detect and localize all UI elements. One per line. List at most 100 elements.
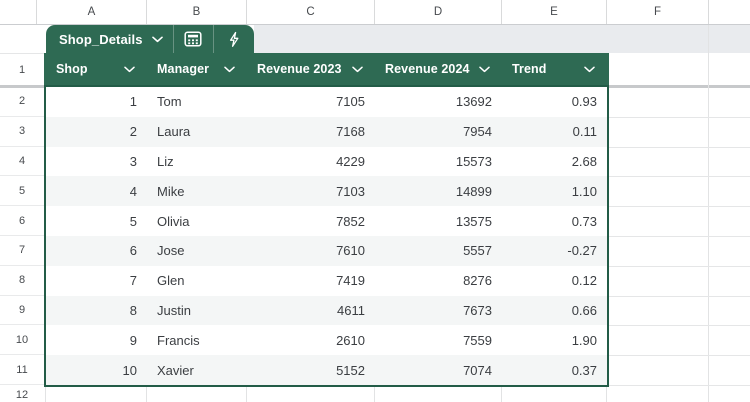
cell-manager[interactable]: Xavier — [147, 355, 247, 385]
cell-manager[interactable]: Mike — [147, 176, 247, 206]
cell-shop[interactable]: 4 — [46, 176, 147, 206]
cell-revenue-2024[interactable]: 7673 — [375, 296, 502, 326]
cell-revenue-2023[interactable]: 7852 — [247, 206, 375, 236]
cell-shop[interactable]: 5 — [46, 206, 147, 236]
cell-manager[interactable]: Tom — [147, 87, 247, 117]
header-cell-trend[interactable]: Trend — [502, 53, 607, 85]
cell-trend[interactable]: 0.37 — [502, 355, 607, 385]
chevron-down-icon[interactable] — [352, 66, 363, 73]
cell-revenue-2023[interactable]: 7419 — [247, 266, 375, 296]
row-number-10[interactable]: 10 — [0, 325, 44, 355]
select-all-corner[interactable] — [0, 0, 37, 24]
cell-revenue-2023[interactable]: 7105 — [247, 87, 375, 117]
row-number-5[interactable]: 5 — [0, 176, 44, 206]
row-number-4[interactable]: 4 — [0, 147, 44, 177]
row-number-9[interactable]: 9 — [0, 296, 44, 326]
table-row: 3Liz4229155732.68 — [46, 147, 607, 177]
column-header-strip: A B C D E F — [0, 0, 750, 25]
row-number-6[interactable]: 6 — [0, 206, 44, 236]
lightning-bolt-icon[interactable] — [214, 25, 254, 53]
column-header-e[interactable]: E — [502, 0, 607, 24]
cell-trend[interactable]: 2.68 — [502, 147, 607, 177]
cell-trend[interactable]: 1.90 — [502, 325, 607, 355]
column-header-f[interactable]: F — [607, 0, 709, 24]
row-number-7[interactable]: 7 — [0, 236, 44, 266]
cell-shop[interactable]: 1 — [46, 87, 147, 117]
table-row: 7Glen741982760.12 — [46, 266, 607, 296]
cell-revenue-2024[interactable]: 5557 — [375, 236, 502, 266]
cell-shop[interactable]: 2 — [46, 117, 147, 147]
cell-manager[interactable]: Liz — [147, 147, 247, 177]
cell-revenue-2023[interactable]: 7103 — [247, 176, 375, 206]
cell-shop[interactable]: 3 — [46, 147, 147, 177]
cell-trend[interactable]: 0.73 — [502, 206, 607, 236]
cell-shop[interactable]: 7 — [46, 266, 147, 296]
cell-shop[interactable]: 9 — [46, 325, 147, 355]
header-cell-revenue-2023[interactable]: Revenue 2023 — [247, 53, 375, 85]
table-calculator-icon[interactable] — [174, 25, 214, 53]
cell-revenue-2024[interactable]: 7954 — [375, 117, 502, 147]
gridline — [146, 387, 147, 402]
row-number-12[interactable]: 12 — [0, 387, 44, 402]
row-number-11[interactable]: 11 — [0, 355, 44, 385]
chevron-down-icon[interactable] — [224, 66, 235, 73]
cell-revenue-2024[interactable]: 13575 — [375, 206, 502, 236]
header-label: Manager — [157, 62, 209, 76]
gridline — [609, 236, 750, 237]
row-number-1[interactable]: 1 — [0, 53, 44, 85]
cell-shop[interactable]: 8 — [46, 296, 147, 326]
cell-revenue-2024[interactable]: 8276 — [375, 266, 502, 296]
cell-revenue-2023[interactable]: 7610 — [247, 236, 375, 266]
header-cell-manager[interactable]: Manager — [147, 53, 247, 85]
cell-manager[interactable]: Olivia — [147, 206, 247, 236]
chevron-down-icon[interactable] — [124, 66, 135, 73]
cell-revenue-2024[interactable]: 14899 — [375, 176, 502, 206]
table-name[interactable]: Shop_Details — [46, 32, 143, 47]
gridline — [501, 387, 502, 402]
cell-trend[interactable]: 1.10 — [502, 176, 607, 206]
cell-manager[interactable]: Francis — [147, 325, 247, 355]
cell-revenue-2024[interactable]: 7559 — [375, 325, 502, 355]
cell-manager[interactable]: Justin — [147, 296, 247, 326]
cell-trend[interactable]: 0.12 — [502, 266, 607, 296]
cell-revenue-2024[interactable]: 15573 — [375, 147, 502, 177]
cell-revenue-2023[interactable]: 5152 — [247, 355, 375, 385]
row-number-2[interactable]: 2 — [0, 87, 44, 117]
gridline — [609, 355, 750, 356]
column-header-d[interactable]: D — [375, 0, 502, 24]
column-header-b[interactable]: B — [147, 0, 247, 24]
cell-revenue-2023[interactable]: 7168 — [247, 117, 375, 147]
chevron-down-icon[interactable] — [152, 36, 163, 43]
row-number-8[interactable]: 8 — [0, 266, 44, 296]
column-header-c[interactable]: C — [247, 0, 375, 24]
cell-trend[interactable]: 0.93 — [502, 87, 607, 117]
cell-revenue-2023[interactable]: 2610 — [247, 325, 375, 355]
cell-trend[interactable]: 0.11 — [502, 117, 607, 147]
cell-revenue-2024[interactable]: 7074 — [375, 355, 502, 385]
table-row: 1Tom7105136920.93 — [46, 87, 607, 117]
chevron-down-icon[interactable] — [479, 66, 490, 73]
cell-revenue-2024[interactable]: 13692 — [375, 87, 502, 117]
cell-shop[interactable]: 10 — [46, 355, 147, 385]
cell-manager[interactable]: Laura — [147, 117, 247, 147]
cell-manager[interactable]: Glen — [147, 266, 247, 296]
column-header-partial[interactable] — [709, 0, 750, 24]
gridline — [609, 206, 750, 207]
row-number-3[interactable]: 3 — [0, 117, 44, 147]
table-name-tab[interactable]: Shop_Details — [46, 25, 254, 53]
cell-trend[interactable]: -0.27 — [502, 236, 607, 266]
cell-shop[interactable]: 6 — [46, 236, 147, 266]
header-label: Revenue 2023 — [257, 62, 342, 76]
header-cell-shop[interactable]: Shop — [46, 53, 147, 85]
table-row: 10Xavier515270740.37 — [46, 355, 607, 385]
column-header-a[interactable]: A — [37, 0, 147, 24]
cell-revenue-2023[interactable]: 4611 — [247, 296, 375, 326]
cell-manager[interactable]: Jose — [147, 236, 247, 266]
cell-trend[interactable]: 0.66 — [502, 296, 607, 326]
header-cell-revenue-2024[interactable]: Revenue 2024 — [375, 53, 502, 85]
tab-strip-background — [254, 25, 750, 53]
chevron-down-icon[interactable] — [584, 66, 595, 73]
cell-revenue-2023[interactable]: 4229 — [247, 147, 375, 177]
table-body: 1Tom7105136920.932Laura716879540.113Liz4… — [44, 87, 609, 387]
gridline — [609, 176, 750, 177]
